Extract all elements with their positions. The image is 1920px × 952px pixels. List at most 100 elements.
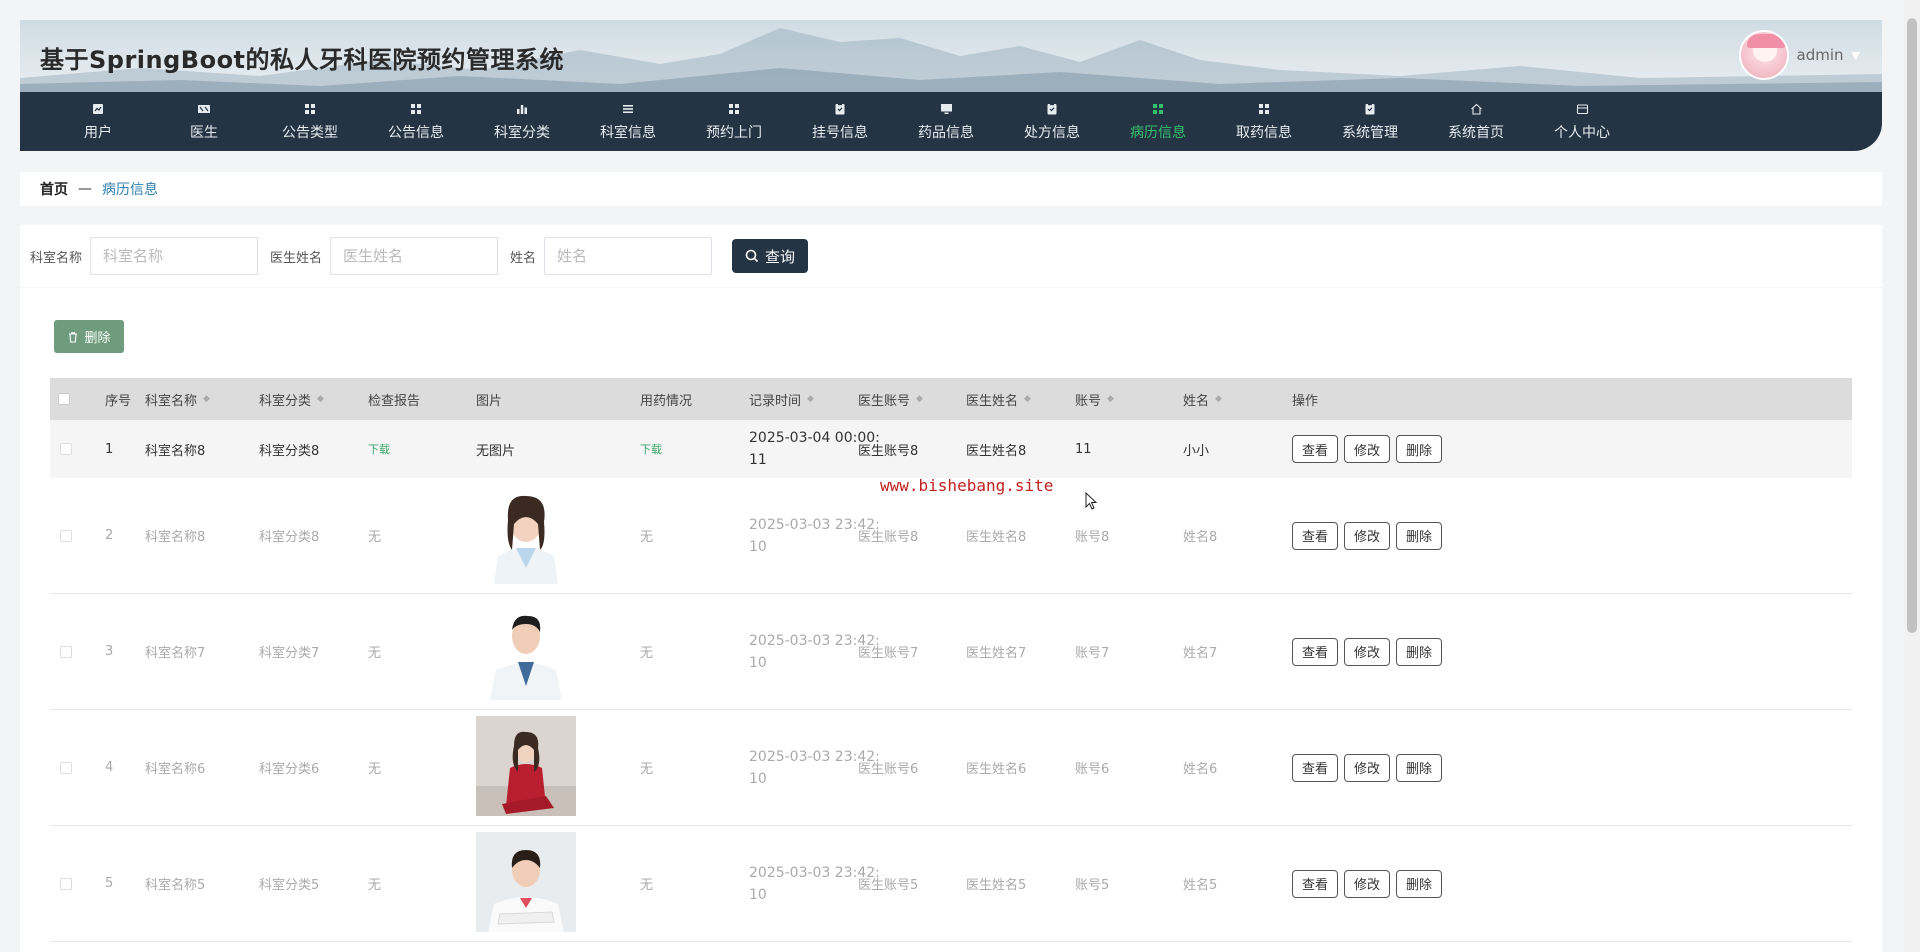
cell-text: 医生姓名5 xyxy=(966,878,1027,893)
nav-item-14[interactable]: 系统首页 xyxy=(1423,92,1529,151)
nav-item-10[interactable]: 处方信息 xyxy=(999,92,1105,151)
edit-button[interactable]: 修改 xyxy=(1344,753,1391,782)
checkbox-box[interactable] xyxy=(60,529,72,542)
edit-button[interactable]: 修改 xyxy=(1344,637,1391,666)
row-delete-button[interactable]: 删除 xyxy=(1396,869,1443,898)
nav-item-3[interactable]: 公告类型 xyxy=(257,92,363,151)
row-checkbox[interactable] xyxy=(60,826,72,941)
table-row[interactable]: 4 科室名称6 科室分类6 无无医生账号6 医生姓名6 账号6 姓名6 2025-03-03 … xyxy=(50,710,1852,826)
sort-icon[interactable]: ◆ xyxy=(203,394,210,404)
avatar[interactable] xyxy=(1738,30,1789,80)
cell-text: 无 xyxy=(368,762,382,777)
nav-item-11[interactable]: 病历信息 xyxy=(1105,92,1211,151)
cell-text: 账号7 xyxy=(1075,646,1110,661)
column-header[interactable]: 科室分类 ◆ xyxy=(259,378,324,420)
cell-medication[interactable]: 下载 xyxy=(640,420,662,478)
checkbox-box[interactable] xyxy=(60,443,72,455)
page-scrollbar[interactable] xyxy=(1904,0,1920,952)
edit-button[interactable]: 修改 xyxy=(1344,435,1391,463)
download-link[interactable]: 下载 xyxy=(368,441,390,457)
row-delete-button[interactable]: 删除 xyxy=(1396,637,1443,666)
select-all-checkbox[interactable] xyxy=(58,378,70,420)
row-checkbox[interactable] xyxy=(60,710,72,825)
breadcrumb-home[interactable]: 首页 xyxy=(40,179,68,199)
batch-delete-button[interactable]: 删除 xyxy=(54,320,124,353)
nav-item-4[interactable]: 公告信息 xyxy=(363,92,469,151)
column-header[interactable]: 医生姓名 ◆ xyxy=(966,378,1031,420)
nav-item-label: 处方信息 xyxy=(1024,124,1080,141)
cell-text: 3 xyxy=(105,644,114,659)
query-button[interactable]: 查询 xyxy=(732,239,809,273)
record-photo[interactable] xyxy=(476,484,576,584)
checkbox-box[interactable] xyxy=(60,877,72,890)
cell-dept-category: 科室分类8 xyxy=(259,478,319,593)
nav-item-2[interactable]: 医生 xyxy=(151,92,257,151)
dept-name-label: 科室名称 xyxy=(30,250,83,266)
nav-item-7[interactable]: 预约上门 xyxy=(681,92,787,151)
row-delete-button[interactable]: 删除 xyxy=(1396,435,1443,463)
sort-icon[interactable]: ◆ xyxy=(1215,394,1222,404)
chevron-down-icon[interactable]: ▼ xyxy=(1852,49,1860,62)
nav-item-15[interactable]: 个人中心 xyxy=(1529,92,1635,151)
sort-icon[interactable]: ◆ xyxy=(1107,394,1114,404)
row-actions: 查看 修改 删除 xyxy=(1292,826,1443,941)
edit-button[interactable]: 修改 xyxy=(1344,521,1391,550)
nav-item-9[interactable]: 药品信息 xyxy=(893,92,999,151)
dept-name-input[interactable] xyxy=(90,237,259,275)
nav-item-6[interactable]: 科室信息 xyxy=(575,92,681,151)
record-time-text: 2025-03-03 23:42: 10 xyxy=(749,514,880,558)
breadcrumb-separator: — xyxy=(78,181,92,197)
grid-icon xyxy=(1257,102,1271,116)
cell-doctor-name: 医生姓名7 xyxy=(966,594,1026,709)
sort-icon[interactable]: ◆ xyxy=(317,394,324,404)
table-row[interactable]: 3 科室名称7 科室分类7 无无医生账号7 医生姓名7 账号7 姓名7 2025-03-03 … xyxy=(50,594,1852,710)
patient-name-input[interactable] xyxy=(544,237,713,275)
table-row[interactable]: 5 科室名称5 科室分类5 无无医生账号5 医生姓名5 账号5 姓名5 2025-03-03 … xyxy=(50,826,1852,942)
view-button[interactable]: 查看 xyxy=(1292,637,1339,666)
nav-item-8[interactable]: 挂号信息 xyxy=(787,92,893,151)
doctor-name-input[interactable] xyxy=(330,237,499,275)
row-checkbox[interactable] xyxy=(60,478,72,593)
view-button[interactable]: 查看 xyxy=(1292,521,1339,550)
user-menu[interactable]: admin ▼ xyxy=(1738,30,1860,80)
table-row[interactable]: 1 科室名称8 科室分类8 下载 下载 医生账号8 医生姓名8 11 小小 2025-03-04 … xyxy=(50,420,1852,478)
record-photo[interactable] xyxy=(476,832,576,932)
sort-icon[interactable]: ◆ xyxy=(807,394,814,404)
download-link[interactable]: 下载 xyxy=(640,441,662,457)
column-header[interactable]: 科室名称 ◆ xyxy=(145,378,210,420)
checkbox-box[interactable] xyxy=(58,393,70,405)
nav-item-5[interactable]: 科室分类 xyxy=(469,92,575,151)
row-delete-button[interactable]: 删除 xyxy=(1396,753,1443,782)
column-header[interactable]: 账号 ◆ xyxy=(1075,378,1114,420)
scrollbar-thumb[interactable] xyxy=(1907,18,1917,633)
row-checkbox[interactable] xyxy=(60,420,72,478)
nav-item-1[interactable]: 用户 xyxy=(45,92,151,151)
column-header[interactable]: 记录时间 ◆ xyxy=(749,378,814,420)
list-icon xyxy=(621,102,635,116)
nav-item-label: 预约上门 xyxy=(706,124,762,141)
column-header-label: 记录时间 xyxy=(749,393,802,409)
nav-item-13[interactable]: 系统管理 xyxy=(1317,92,1423,151)
grid-icon xyxy=(409,102,423,116)
sort-icon[interactable]: ◆ xyxy=(1024,394,1031,404)
sort-icon[interactable]: ◆ xyxy=(916,394,923,404)
record-photo[interactable] xyxy=(476,716,576,816)
row-checkbox[interactable] xyxy=(60,594,72,709)
cell-report[interactable]: 下载 xyxy=(368,420,390,478)
row-delete-button[interactable]: 删除 xyxy=(1396,521,1443,550)
record-photo[interactable] xyxy=(476,600,576,700)
record-time-line: 10 xyxy=(749,770,767,787)
column-header[interactable]: 医生账号 ◆ xyxy=(858,378,923,420)
view-button[interactable]: 查看 xyxy=(1292,435,1339,463)
cell-index: 5 xyxy=(105,826,113,941)
records-table: 序号 科室名称 ◆ 科室分类 ◆ 检查报告 图片 用药情况 记录时间 ◆ 医生账号 ◆ 医生姓名 ◆ 账号 ◆… xyxy=(50,378,1852,942)
edit-button[interactable]: 修改 xyxy=(1344,869,1391,898)
view-button[interactable]: 查看 xyxy=(1292,753,1339,782)
checkbox-box[interactable] xyxy=(60,645,72,658)
nav-item-12[interactable]: 取药信息 xyxy=(1211,92,1317,151)
username[interactable]: admin xyxy=(1797,46,1844,64)
column-header[interactable]: 姓名 ◆ xyxy=(1183,378,1222,420)
table-row[interactable]: 2 科室名称8 科室分类8 无无医生账号8 医生姓名8 账号8 姓名8 2025-03-03 … xyxy=(50,478,1852,594)
checkbox-box[interactable] xyxy=(60,761,72,774)
view-button[interactable]: 查看 xyxy=(1292,869,1339,898)
